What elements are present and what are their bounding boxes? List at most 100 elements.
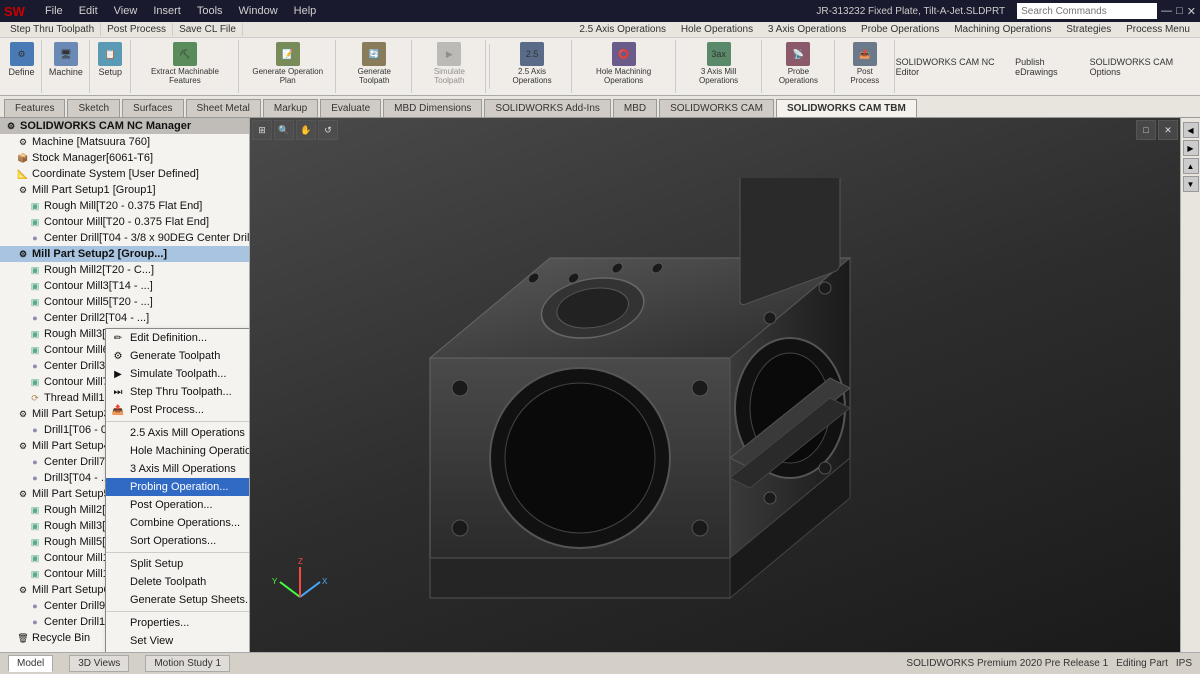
- cam-process-tab[interactable]: Process Menu: [1120, 24, 1196, 35]
- toolbar-post-process[interactable]: Post Process: [101, 23, 173, 36]
- btn-simtoolpath[interactable]: ▶ Simulate Toolpath: [417, 40, 481, 87]
- toolbar-group-3axis: 3ax 3 Axis Mill Operations: [677, 40, 762, 93]
- tab-evaluate[interactable]: Evaluate: [320, 99, 381, 117]
- btn-machine[interactable]: 🖥 Machine: [45, 40, 87, 79]
- tab-markup[interactable]: Markup: [263, 99, 318, 117]
- tree-coord-icon: 📐: [16, 167, 30, 181]
- tree-stock[interactable]: 📦 Stock Manager[6061-T6]: [0, 150, 249, 166]
- btn-cam-options[interactable]: SOLIDWORKS CAM Options: [1090, 57, 1194, 77]
- btn-gentoolpath[interactable]: 🔄 Generate Toolpath: [341, 40, 407, 87]
- cm-simulate-toolpath[interactable]: ▶ Simulate Toolpath...: [106, 365, 250, 383]
- btn-publish[interactable]: Publish eDrawings: [1015, 57, 1082, 77]
- toolbar-step-thru[interactable]: Step Thru Toolpath: [4, 23, 101, 36]
- tree-contour5[interactable]: ▣ Contour Mill5[T20 - ...]: [0, 294, 249, 310]
- toolbar-divider: [489, 44, 490, 89]
- cm-properties[interactable]: Properties...: [106, 614, 250, 632]
- rp-btn3[interactable]: ▲: [1183, 158, 1199, 174]
- cm-3axis-ops[interactable]: 3 Axis Mill Operations ▶: [106, 460, 250, 478]
- btn-genop[interactable]: 📝 Generate Operation Plan: [244, 40, 331, 87]
- cm-post-process[interactable]: 📤 Post Process...: [106, 401, 250, 419]
- tab-mbd-dimensions[interactable]: MBD Dimensions: [383, 99, 482, 117]
- menu-edit[interactable]: Edit: [75, 3, 102, 19]
- btn-probe[interactable]: 📡 Probe Operations: [767, 40, 830, 87]
- btn-setup[interactable]: 📋 Setup: [94, 40, 126, 79]
- rp-btn1[interactable]: ◀: [1183, 122, 1199, 138]
- cam-machine-tab[interactable]: Machining Operations: [948, 24, 1057, 35]
- tab-mbd[interactable]: MBD: [613, 99, 657, 117]
- rp-btn2[interactable]: ▶: [1183, 140, 1199, 156]
- tab-sw-addins[interactable]: SOLIDWORKS Add-Ins: [484, 99, 610, 117]
- tab-sw-cam[interactable]: SOLIDWORKS CAM: [659, 99, 774, 117]
- tab-features[interactable]: Features: [4, 99, 65, 117]
- tree-roughmill1[interactable]: ▣ Rough Mill[T20 - 0.375 Flat End]: [0, 198, 249, 214]
- tab-sheetmetal[interactable]: Sheet Metal: [186, 99, 261, 117]
- cm-set-view[interactable]: Set View ▶: [106, 632, 250, 650]
- tree-coord[interactable]: 📐 Coordinate System [User Defined]: [0, 166, 249, 182]
- status-tab-motionstudy[interactable]: Motion Study 1: [145, 655, 230, 672]
- 3d-viewport[interactable]: ⊞ 🔍 ✋ ↺ □ ✕: [250, 118, 1180, 652]
- cm-generate-toolpath[interactable]: ⚙ Generate Toolpath: [106, 347, 250, 365]
- toolbar-save-cl[interactable]: Save CL File: [173, 23, 243, 36]
- cm-delete-toolpath[interactable]: Delete Toolpath: [106, 573, 250, 591]
- rp-btn4[interactable]: ▼: [1183, 176, 1199, 192]
- cm-step-thru-toolpath[interactable]: ⏭ Step Thru Toolpath...: [106, 383, 250, 401]
- menu-window[interactable]: Window: [235, 3, 282, 19]
- menu-help[interactable]: Help: [290, 3, 321, 19]
- vp-pan-btn[interactable]: ✋: [296, 120, 316, 140]
- tab-sw-cam-tbm[interactable]: SOLIDWORKS CAM TBM: [776, 99, 917, 117]
- btn-3axis[interactable]: 3ax 3 Axis Mill Operations: [681, 40, 757, 87]
- machine-icon: 🖥: [54, 42, 78, 66]
- btn-hole[interactable]: ⭕ Hole Machining Operations: [577, 40, 671, 87]
- vp-display-btn[interactable]: □: [1136, 120, 1156, 140]
- tree-setup1[interactable]: ⚙ Mill Part Setup1 [Group1]: [0, 182, 249, 198]
- btn-define[interactable]: ⚙ Define: [5, 40, 39, 79]
- menu-insert[interactable]: Insert: [149, 3, 185, 19]
- tab-surfaces[interactable]: Surfaces: [122, 99, 183, 117]
- tab-sketch[interactable]: Sketch: [67, 99, 120, 117]
- vp-zoom-btn[interactable]: 🔍: [274, 120, 294, 140]
- btn-2axis[interactable]: 2.5 2.5 Axis Operations: [497, 40, 566, 87]
- btn-cam-nceditor[interactable]: SOLIDWORKS CAM NC Editor: [896, 57, 1008, 77]
- tree-centerdrill2[interactable]: ● Center Drill2[T04 - ...]: [0, 310, 249, 326]
- cm-hole-icon: [109, 443, 127, 459]
- search-input[interactable]: [1017, 3, 1157, 19]
- cm-simulate-toolpath-label: Simulate Toolpath...: [130, 368, 226, 380]
- vp-close-btn[interactable]: ✕: [1158, 120, 1178, 140]
- tree-drill1-icon: ●: [28, 423, 42, 437]
- cm-gen-setup-sheets[interactable]: Generate Setup Sheets...: [106, 591, 250, 609]
- cm-probing-op[interactable]: Probing Operation...: [106, 478, 250, 496]
- tree-contour1[interactable]: ▣ Contour Mill[T20 - 0.375 Flat End]: [0, 214, 249, 230]
- cm-split-setup[interactable]: Split Setup: [106, 555, 250, 573]
- btn-extract[interactable]: ⛏ Extract Machinable Features: [136, 40, 235, 87]
- cam-strategies-tab[interactable]: Strategies: [1060, 24, 1117, 35]
- menu-file[interactable]: File: [41, 3, 67, 19]
- btn-postop[interactable]: 📤 Post Process: [840, 40, 889, 87]
- cam-hole-tab[interactable]: Hole Operations: [675, 24, 759, 35]
- cm-combine-ops[interactable]: Combine Operations...: [106, 514, 250, 532]
- cm-post-op[interactable]: Post Operation...: [106, 496, 250, 514]
- cm-sort-ops[interactable]: Sort Operations...: [106, 532, 250, 550]
- maximize-icon[interactable]: □: [1176, 5, 1183, 17]
- menu-view[interactable]: View: [110, 3, 142, 19]
- tree-machine[interactable]: ⚙ Machine [Matsuura 760]: [0, 134, 249, 150]
- cm-properties-label: Properties...: [130, 617, 189, 629]
- cm-edit-definition[interactable]: ✏ Edit Definition...: [106, 329, 250, 347]
- minimize-icon[interactable]: —: [1161, 5, 1172, 17]
- cm-hole-ops[interactable]: Hole Machining Operations ▶: [106, 442, 250, 460]
- tree-machine-label: Machine [Matsuura 760]: [32, 136, 150, 148]
- close-icon[interactable]: ✕: [1187, 5, 1196, 18]
- tree-roughmill2[interactable]: ▣ Rough Mill2[T20 - C...]: [0, 262, 249, 278]
- tree-centerdrill1[interactable]: ● Center Drill[T04 - 3/8 x 90DEG Center …: [0, 230, 249, 246]
- vp-orientation-btn[interactable]: ⊞: [252, 120, 272, 140]
- cm-2axis-ops[interactable]: 2.5 Axis Mill Operations ▶: [106, 424, 250, 442]
- tree-setup2[interactable]: ⚙ Mill Part Setup2 [Group...]: [0, 246, 249, 262]
- btn-3axis-label: 3 Axis Mill Operations: [685, 67, 753, 85]
- cam-probe-tab[interactable]: Probe Operations: [855, 24, 945, 35]
- status-tab-3dviews[interactable]: 3D Views: [69, 655, 129, 672]
- cam-2axis-tab[interactable]: 2.5 Axis Operations: [573, 24, 672, 35]
- menu-tools[interactable]: Tools: [193, 3, 227, 19]
- cam-3axis-tab[interactable]: 3 Axis Operations: [762, 24, 852, 35]
- tree-contour3[interactable]: ▣ Contour Mill3[T14 - ...]: [0, 278, 249, 294]
- vp-rotate-btn[interactable]: ↺: [318, 120, 338, 140]
- status-tab-model[interactable]: Model: [8, 655, 53, 672]
